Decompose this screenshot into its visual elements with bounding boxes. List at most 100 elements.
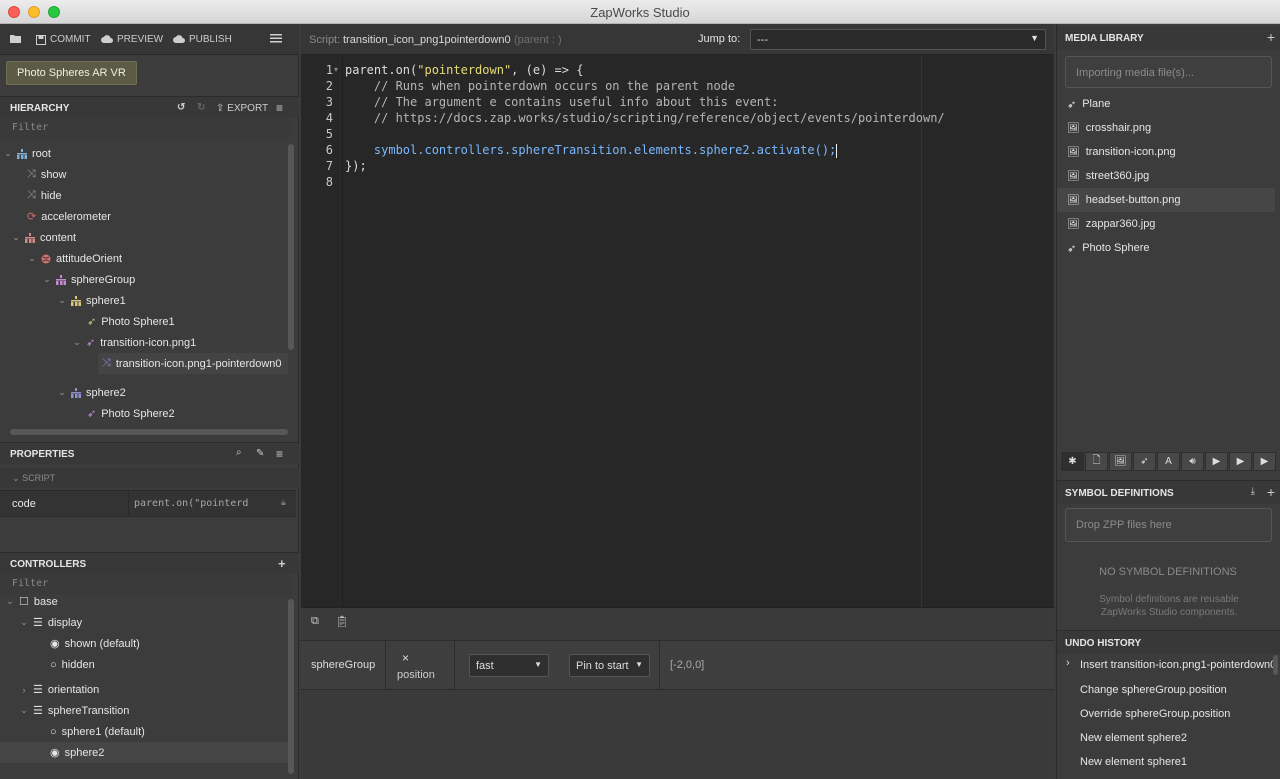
remove-property-icon[interactable]: ×	[402, 651, 409, 665]
publish-button[interactable]: PUBLISH	[173, 34, 232, 45]
state-hidden[interactable]: ○ hidden	[50, 654, 95, 675]
tree-node-photo-sphere2[interactable]: ➶ Photo Sphere2	[87, 403, 175, 424]
tree-node-hide[interactable]: ⤨ hide	[27, 185, 62, 206]
state-sphere2[interactable]: ◉ sphere2	[0, 742, 290, 763]
jump-to-select[interactable]: --- ▼	[750, 29, 1046, 50]
property-value-code[interactable]: parent.on("pointerd	[134, 498, 248, 509]
project-name-button[interactable]: Photo Spheres AR VR	[6, 61, 137, 85]
add-symbol-icon[interactable]: +	[1267, 484, 1275, 500]
undo-icon[interactable]: ↺	[177, 102, 185, 113]
properties-title: PROPERTIES	[10, 449, 75, 460]
media-item-zappar360[interactable]: 🖼︎ zappar360.jpg	[1057, 212, 1275, 236]
tree-node-show[interactable]: ⤨ show	[27, 164, 67, 185]
rocket-filter-icon[interactable]: ➶	[1133, 452, 1156, 471]
tree-node-transition-icon[interactable]: ⌄ ➶ transition-icon.png1	[73, 332, 196, 353]
controller-display[interactable]: ⌄ ☰ display	[20, 612, 82, 633]
symbol-dropzone[interactable]: Drop ZPP files here	[1065, 508, 1272, 542]
refresh-icon: ⟳	[27, 211, 37, 223]
media-label: transition-icon.png	[1085, 146, 1176, 158]
tree-node-spheregroup[interactable]: ⌄ sphereGroup	[43, 269, 135, 290]
undo-item[interactable]: › Insert transition-icon.png1-pointerdow…	[1057, 653, 1275, 677]
undo-item[interactable]: New element sphere2	[1057, 726, 1275, 750]
chevron-down-icon[interactable]: ⌄	[58, 295, 66, 306]
audio-filter-icon[interactable]: 🔊︎	[1181, 452, 1204, 471]
chevron-down-icon[interactable]: ⌄	[58, 387, 66, 398]
controller-base[interactable]: ⌄ ☐ base	[6, 594, 58, 612]
tree-node-accelerometer[interactable]: ⟳ accelerometer	[27, 206, 111, 227]
chevron-down-icon[interactable]: ⌄	[28, 253, 36, 264]
media-item-street360[interactable]: 🖼︎ street360.jpg	[1057, 164, 1275, 188]
state-sphere1[interactable]: ○ sphere1 (default)	[50, 721, 145, 742]
export-icon: ⇪	[216, 103, 225, 114]
tree-node-attitudeorient[interactable]: ⌄ attitudeOrient	[28, 248, 122, 269]
undo-item[interactable]: New element sphere1	[1057, 750, 1275, 774]
easing-select[interactable]: fast ▼	[469, 654, 549, 677]
paste-icon[interactable]: 📋︎	[335, 615, 349, 628]
tree-node-label: transition-icon.png1-pointerdown0	[115, 357, 282, 370]
chevron-down-icon[interactable]: ⌄	[20, 705, 28, 716]
properties-group-script[interactable]: ⌄ SCRIPT	[0, 468, 299, 488]
media-item-transition-icon[interactable]: 🖼︎ transition-icon.png	[1057, 140, 1275, 164]
file-filter-icon[interactable]: 🗋︎	[1085, 452, 1108, 471]
font-filter-icon[interactable]: A	[1157, 452, 1180, 471]
chevron-down-icon[interactable]: ⌄	[6, 596, 14, 607]
controllers-filter-input[interactable]: Filter	[0, 574, 292, 594]
import-media-field[interactable]: Importing media file(s)...	[1065, 56, 1272, 88]
chevron-down-icon[interactable]: ⌄	[4, 148, 12, 159]
chevron-down-icon[interactable]: ⌄	[43, 274, 51, 285]
controller-orientation[interactable]: › ☰ orientation	[20, 679, 100, 700]
lock-icon: 🔒︎	[281, 497, 286, 507]
undo-scrollbar[interactable]	[1273, 655, 1278, 675]
media-item-headset-button[interactable]: 🖼︎ headset-button.png	[1057, 188, 1275, 212]
properties-menu-icon[interactable]: ≡	[276, 447, 283, 461]
folder-icon[interactable]	[10, 34, 22, 44]
fold-arrow-icon[interactable]: ▾	[334, 65, 338, 74]
media-item-photo-sphere[interactable]: ➶ Photo Sphere	[1057, 236, 1275, 260]
redo-icon[interactable]: ↻	[197, 102, 205, 113]
copy-icon[interactable]: ⧉	[311, 615, 319, 628]
tree-node-sphere1[interactable]: ⌄ sphere1	[58, 290, 126, 311]
preview-button[interactable]: PREVIEW	[101, 34, 163, 45]
line-gutter: 1 2 3 4 5 6 7 8 ▾	[301, 55, 343, 632]
group-icon	[56, 274, 66, 285]
rocket-icon: ➶	[1067, 98, 1077, 111]
tree-node-pointerdown-script[interactable]: ⤨ transition-icon.png1-pointerdown0	[98, 353, 288, 374]
image-filter-icon[interactable]: 🖼︎	[1109, 452, 1132, 471]
controller-spheretransition[interactable]: ⌄ ☰ sphereTransition	[20, 700, 129, 721]
add-media-icon[interactable]: +	[1267, 29, 1275, 45]
chevron-down-icon[interactable]: ⌄	[73, 337, 81, 348]
chevron-right-icon[interactable]: ›	[20, 685, 28, 695]
pin-select[interactable]: Pin to start ▼	[569, 654, 650, 677]
all-filter-icon[interactable]: ✱	[1061, 452, 1084, 471]
tree-node-photo-sphere1[interactable]: ➶ Photo Sphere1	[87, 311, 175, 332]
export-button[interactable]: ⇪ EXPORT	[216, 103, 268, 114]
hierarchy-h-scrollbar[interactable]	[10, 429, 288, 435]
menu-icon[interactable]	[270, 33, 282, 43]
controllers-scrollbar[interactable]	[288, 599, 294, 774]
pencil-icon[interactable]: ✎	[256, 448, 264, 459]
undo-item[interactable]: Override sphereGroup.position	[1057, 702, 1275, 726]
hierarchy-scrollbar[interactable]	[288, 144, 294, 350]
tree-node-content[interactable]: ⌄ content	[12, 227, 76, 248]
code-editor[interactable]: 1 2 3 4 5 6 7 8 ▾ parent.on("pointerdown…	[301, 55, 1052, 632]
tree-node-sphere2[interactable]: ⌄ sphere2	[58, 382, 126, 403]
box-icon: ☐	[19, 596, 29, 608]
state-shown[interactable]: ◉ shown (default)	[50, 633, 140, 654]
video3-filter-icon[interactable]: ▶	[1253, 452, 1276, 471]
video2-filter-icon[interactable]: ▶	[1229, 452, 1252, 471]
media-label: street360.jpg	[1085, 170, 1150, 182]
tree-node-root[interactable]: ⌄ root	[4, 143, 51, 164]
controllers-title: CONTROLLERS	[10, 559, 87, 570]
chevron-down-icon[interactable]: ⌄	[12, 232, 20, 243]
search-icon[interactable]: ⌕	[236, 447, 242, 458]
commit-button[interactable]: COMMIT	[36, 34, 91, 45]
add-controller-icon[interactable]: +	[278, 556, 286, 571]
undo-item[interactable]: Change sphereGroup.position	[1057, 678, 1275, 702]
hierarchy-menu-icon[interactable]: ≡	[276, 101, 283, 115]
download-icon[interactable]: ⤓	[1251, 486, 1255, 497]
video-filter-icon[interactable]: ▶	[1205, 452, 1228, 471]
hierarchy-filter-input[interactable]: Filter	[0, 118, 292, 138]
media-item-plane[interactable]: ➶ Plane	[1057, 92, 1275, 116]
media-item-crosshair[interactable]: 🖼︎ crosshair.png	[1057, 116, 1275, 140]
chevron-down-icon[interactable]: ⌄	[20, 617, 28, 628]
